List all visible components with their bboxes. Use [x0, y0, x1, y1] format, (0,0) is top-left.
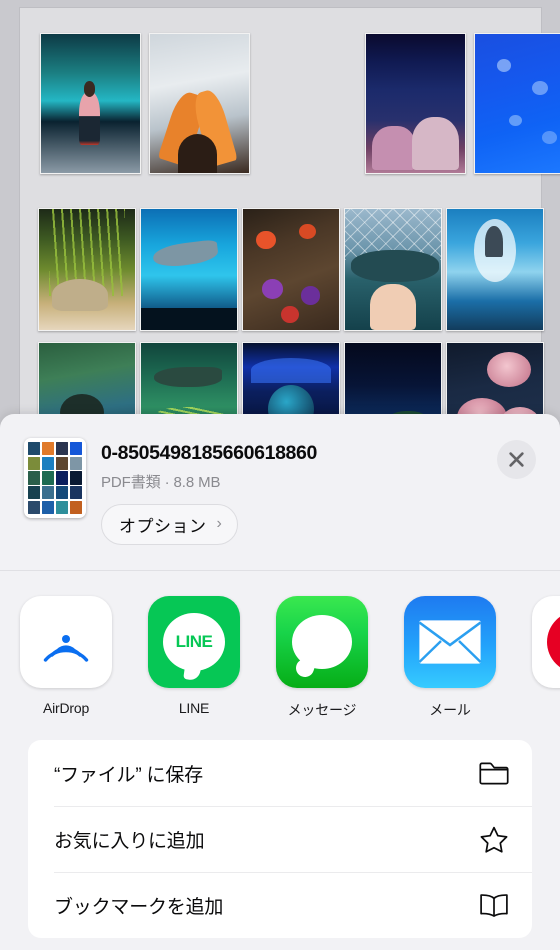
preview-thumbnail-cell [69, 442, 82, 456]
photo-thumbnail [140, 208, 238, 331]
preview-thumbnail-cell [55, 486, 69, 500]
photo-thumbnail [242, 208, 340, 331]
photo-thumbnail [344, 208, 442, 331]
pinterest-icon: P [532, 596, 560, 688]
preview-thumbnail-cell [69, 500, 82, 514]
pdf-page [20, 8, 560, 454]
preview-thumbnail-cell [41, 442, 55, 456]
share-targets-row[interactable]: AirDrop LINE LINE メッセージ メール [0, 571, 560, 723]
action-label: お気に入りに追加 [54, 830, 205, 852]
folder-icon [478, 761, 510, 785]
document-preview-thumbnail [24, 438, 86, 518]
preview-thumbnail-cell [55, 442, 69, 456]
line-bubble-shape: LINE [163, 613, 225, 671]
share-target-mail[interactable]: メール [404, 596, 496, 720]
preview-thumbnail-cell [28, 456, 41, 470]
line-wordmark: LINE [175, 632, 213, 651]
airdrop-icon [20, 596, 112, 688]
book-icon [478, 893, 510, 917]
preview-thumbnail-cell [69, 456, 82, 470]
star-icon [478, 826, 510, 853]
preview-thumbnail-cell [28, 471, 41, 485]
action-save-to-files[interactable]: “ファイル” に保存 [28, 740, 532, 806]
preview-thumbnail-cell [28, 486, 41, 500]
message-bubble-shape [292, 615, 352, 669]
preview-thumbnail-cell [28, 500, 41, 514]
photo-grid-gap [258, 33, 357, 172]
share-sheet-header: 0-8505498185660618860 PDF書類 · 8.8 MB オプシ… [0, 414, 560, 571]
preview-thumbnail-cell [55, 500, 69, 514]
action-add-to-favorites[interactable]: お気に入りに追加 [28, 806, 532, 872]
share-target-label: メール [429, 702, 471, 718]
action-add-bookmark[interactable]: ブックマークを追加 [28, 872, 532, 938]
preview-thumbnail-cell [41, 471, 55, 485]
preview-thumbnail-cell [41, 456, 55, 470]
share-target-pinterest[interactable]: P Pin [532, 596, 560, 716]
share-target-airdrop[interactable]: AirDrop [20, 596, 112, 716]
document-title: 0-8505498185660618860 [101, 442, 318, 464]
preview-thumbnail-cell [55, 471, 69, 485]
share-target-messages[interactable]: メッセージ [276, 596, 368, 720]
action-label: ブックマークを追加 [54, 896, 224, 918]
mail-icon [404, 596, 496, 688]
preview-thumbnail-cell [28, 442, 41, 456]
photo-grid-row [38, 208, 548, 331]
photo-thumbnail [149, 33, 250, 174]
photo-grid-row [40, 33, 560, 174]
options-button[interactable]: オプション › [101, 504, 238, 545]
close-icon [509, 452, 524, 467]
photo-thumbnail [40, 33, 141, 174]
preview-thumbnail-cell [69, 486, 82, 500]
share-sheet: 0-8505498185660618860 PDF書類 · 8.8 MB オプシ… [0, 414, 560, 950]
share-target-label: LINE [178, 700, 210, 716]
preview-thumbnail-cell [41, 486, 55, 500]
messages-icon [276, 596, 368, 688]
line-icon: LINE [148, 596, 240, 688]
options-button-label: オプション [119, 517, 207, 536]
photo-thumbnail [446, 208, 544, 331]
photo-thumbnail [474, 33, 560, 174]
preview-thumbnail-cell [55, 456, 69, 470]
action-label: “ファイル” に保存 [54, 764, 203, 786]
share-target-label: メッセージ [287, 702, 357, 718]
close-button[interactable] [497, 440, 536, 479]
photo-thumbnail [365, 33, 466, 174]
document-subtitle: PDF書類 · 8.8 MB [101, 474, 221, 491]
chevron-right-icon: › [216, 515, 222, 532]
preview-thumbnail-cell [41, 500, 55, 514]
share-target-label: AirDrop [42, 700, 90, 716]
preview-thumbnail-cell [69, 471, 82, 485]
action-list: “ファイル” に保存 お気に入りに追加 ブックマークを追加 [28, 740, 532, 938]
photo-thumbnail [38, 208, 136, 331]
share-target-line[interactable]: LINE LINE [148, 596, 240, 716]
